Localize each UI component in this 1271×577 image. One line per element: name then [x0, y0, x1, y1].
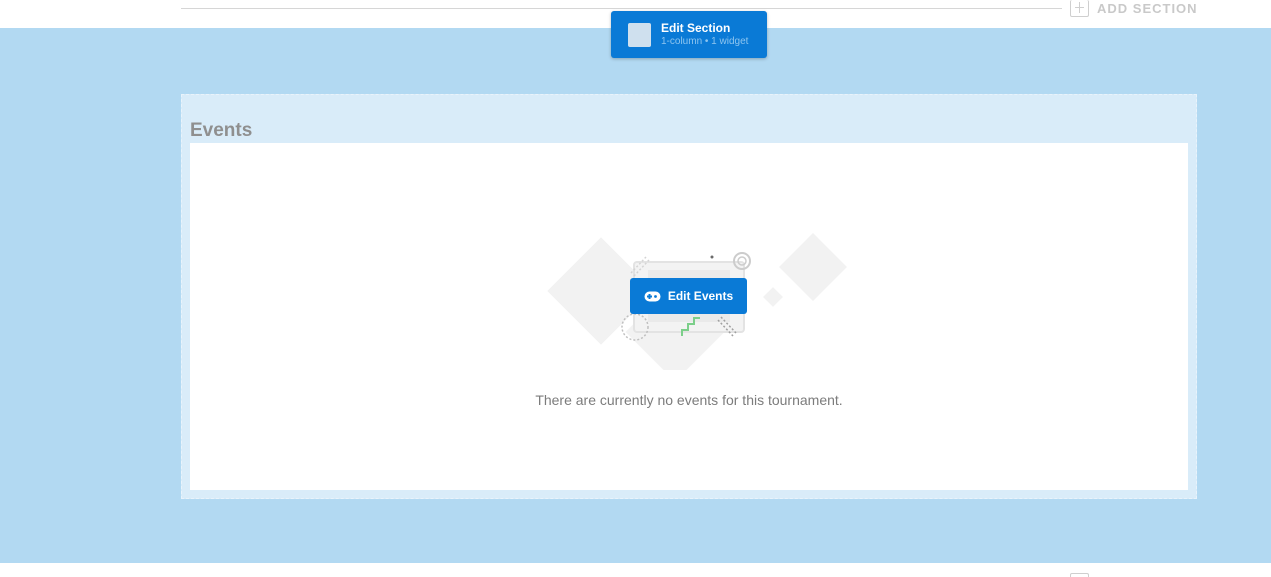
gamepad-icon — [644, 291, 661, 301]
edit-events-label: Edit Events — [667, 289, 734, 303]
edit-section-title: Edit Section — [661, 20, 731, 35]
edit-section-subtitle: 1-column • 1 widget — [661, 35, 749, 47]
plus-icon-bottom[interactable] — [1070, 573, 1089, 577]
section-divider — [181, 8, 1062, 9]
add-section-button[interactable]: ADD SECTION — [1070, 0, 1198, 17]
section-icon — [628, 22, 651, 47]
edit-section-button[interactable]: Edit Section 1-column • 1 widget — [611, 11, 767, 58]
empty-state-message: There are currently no events for this t… — [535, 392, 843, 408]
plus-icon — [1070, 0, 1089, 17]
edit-events-button[interactable]: Edit Events — [630, 278, 747, 314]
edit-section-text: Edit Section 1-column • 1 widget — [661, 21, 748, 49]
add-section-label: ADD SECTION — [1097, 1, 1198, 16]
widget-title: Events — [190, 120, 253, 141]
